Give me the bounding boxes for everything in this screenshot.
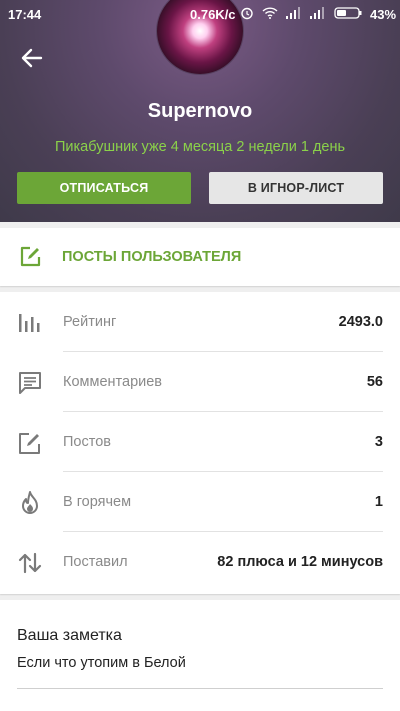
status-icons (240, 6, 362, 20)
stat-row-rating: Рейтинг 2493.0 (0, 292, 400, 352)
signal-icon-2 (310, 7, 324, 19)
status-time: 17:44 (8, 7, 42, 22)
comment-icon (19, 372, 41, 394)
note-text[interactable]: Если что утопим в Белой (17, 655, 186, 671)
stat-row-votes: Поставил 82 плюса и 12 минусов (0, 532, 400, 592)
note-title: Ваша заметка (17, 627, 122, 644)
stat-value: 56 (366, 374, 383, 390)
battery-percent: 43% (370, 7, 397, 22)
profile-header: 17:44 0.76K/c 43% Supernovo Пикабушник у… (0, 0, 400, 222)
stat-label: Комментариев (63, 374, 162, 390)
signal-icon (286, 7, 300, 19)
edit-icon (19, 433, 40, 454)
stat-row-hot: В горячем 1 (0, 472, 400, 532)
stat-value: 2493.0 (338, 314, 383, 330)
wifi-icon (262, 7, 278, 19)
profile-since: Пикабушник уже 4 месяца 2 недели 1 день (54, 139, 346, 155)
note-underline (17, 688, 383, 689)
user-posts-link[interactable]: ПОСТЫ ПОЛЬЗОВАТЕЛЯ (0, 228, 400, 286)
stat-value: 82 плюса и 12 минусов (217, 554, 383, 570)
stat-label: В горячем (63, 494, 132, 510)
alarm-icon (241, 7, 253, 20)
user-note[interactable]: Ваша заметка Если что утопим в Белой (0, 600, 400, 711)
unsubscribe-button[interactable]: ОТПИСАТЬСЯ (17, 172, 191, 204)
stat-label: Поставил (63, 554, 128, 570)
rating-bars-icon (19, 314, 40, 332)
network-speed: 0.76K/c (190, 7, 236, 22)
ignore-list-button[interactable]: В ИГНОР-ЛИСТ (209, 172, 383, 204)
stat-row-posts: Постов 3 (0, 412, 400, 472)
stats-card: Рейтинг 2493.0 Комментариев 56 Постов 3 … (0, 292, 400, 594)
stat-label: Рейтинг (63, 314, 117, 330)
stat-value: 3 (374, 434, 383, 450)
back-arrow-icon[interactable] (18, 44, 46, 72)
stat-value: 1 (374, 494, 383, 510)
profile-username: Supernovo (147, 100, 253, 122)
user-posts-label: ПОСТЫ ПОЛЬЗОВАТЕЛЯ (62, 249, 242, 265)
stat-label: Постов (63, 434, 111, 450)
status-bar: 17:44 0.76K/c 43% (0, 0, 400, 28)
edit-icon (20, 246, 41, 267)
stat-row-comments: Комментариев 56 (0, 352, 400, 412)
battery-icon (334, 7, 362, 19)
swap-vertical-icon (18, 552, 42, 574)
fire-icon (22, 491, 38, 514)
